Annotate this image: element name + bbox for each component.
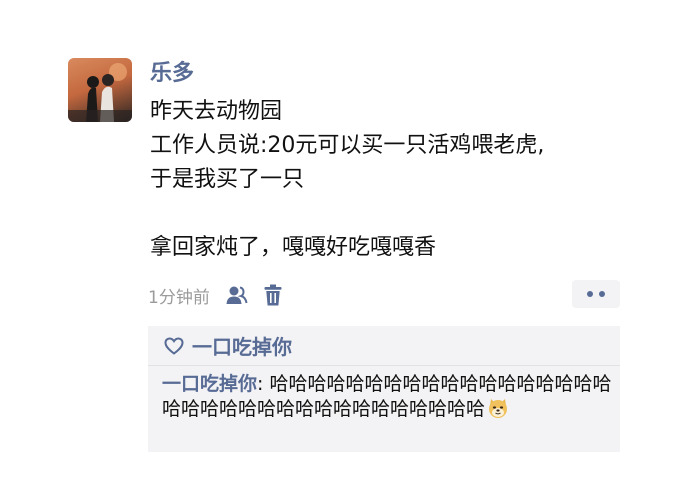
post-line: 拿回家炖了，嘎嘎好吃嘎嘎香 [150,235,437,260]
post-line: 昨天去动物园 [150,99,283,124]
post-line-blank [150,197,630,231]
comment-item[interactable]: 一口吃掉你: 哈哈哈哈哈哈哈哈哈哈哈哈哈哈哈哈哈哈哈哈哈哈哈哈哈哈哈哈哈哈哈哈哈… [162,372,612,426]
doge-emoji-icon [487,397,509,426]
post-line: 于是我买了一只 [150,167,305,192]
comment-author[interactable]: 一口吃掉你 [162,373,257,395]
trash-icon[interactable] [264,284,282,306]
more-dot [599,291,605,297]
post-content: 昨天去动物园 工作人员说:20元可以买一只活鸡喂老虎, 于是我买了一只 拿回家炖… [150,95,630,265]
likes-row: 一口吃掉你 [148,326,620,366]
heart-outline-icon [164,336,184,355]
privacy-person-icon[interactable] [226,285,248,305]
comment-separator: : [257,373,270,395]
comment-panel: 一口吃掉你 一口吃掉你: 哈哈哈哈哈哈哈哈哈哈哈哈哈哈哈哈哈哈哈哈哈哈哈哈哈哈哈… [148,326,620,452]
post-username[interactable]: 乐多 [150,60,194,88]
more-dot [587,291,593,297]
post-line: 工作人员说:20元可以买一只活鸡喂老虎, [150,133,545,158]
avatar[interactable] [68,58,132,122]
post-time: 1分钟前 [148,287,210,308]
more-actions-button[interactable] [572,280,620,308]
post-meta: 1分钟前 [148,282,282,308]
avatar-image [68,63,132,122]
liker-name[interactable]: 一口吃掉你 [192,331,292,360]
